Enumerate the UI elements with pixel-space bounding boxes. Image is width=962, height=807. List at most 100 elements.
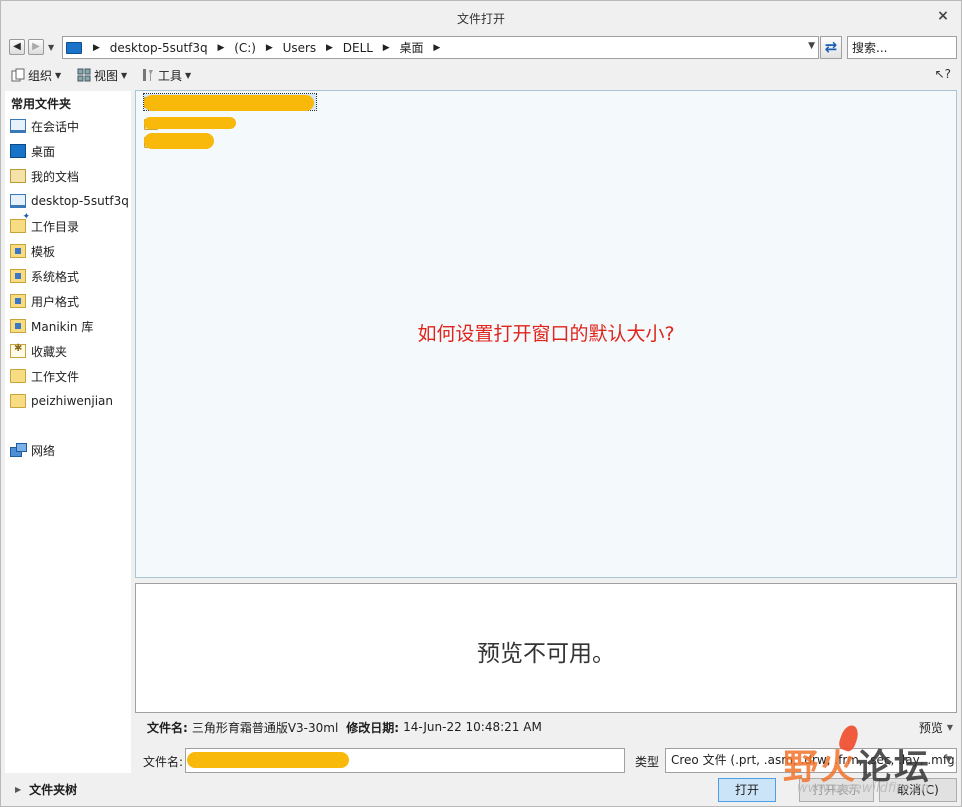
redaction-mark — [144, 133, 214, 149]
folder-icon — [10, 244, 26, 258]
navigation-bar: ◀ ▶ ▼ ▶ desktop-5sutf3q ▶ (C:) ▶ Users ▶… — [1, 33, 961, 61]
help-icon[interactable]: ↖? — [935, 67, 951, 81]
organize-menu[interactable]: 组织 ▼ — [11, 66, 61, 84]
preview-toggle-label: 预览 — [918, 721, 943, 735]
chevron-right-icon[interactable]: ▶ — [383, 40, 390, 56]
sidebar-item-manikin-library[interactable]: Manikin 库 — [10, 316, 93, 336]
expand-triangle-icon: ▶ — [15, 784, 22, 794]
preview-toggle[interactable]: 预览 ▼ — [919, 719, 953, 736]
info-filename-value: 三角形育霜普通版V3-30ml — [191, 720, 339, 735]
address-dropdown-icon[interactable]: ▼ — [808, 41, 815, 51]
sidebar-item-my-documents[interactable]: 我的文档 — [10, 166, 79, 186]
address-bar[interactable]: ▶ desktop-5sutf3q ▶ (C:) ▶ Users ▶ DELL … — [62, 36, 819, 59]
redaction-mark — [144, 95, 314, 111]
refresh-icon[interactable]: ⇄ — [820, 36, 842, 59]
folder-icon — [10, 319, 26, 333]
sidebar-item-computer[interactable]: desktop-5sutf3q — [10, 191, 129, 211]
info-modified-label: 修改日期: — [346, 720, 400, 735]
tools-label: 工具 — [158, 68, 183, 83]
sidebar-item-label: 用户格式 — [31, 294, 80, 309]
question-annotation: 如何设置打开窗口的默认大小? — [417, 323, 675, 345]
sidebar-item-peizhiwenjian[interactable]: peizhiwenjian — [10, 391, 113, 411]
sidebar-item-label: 网络 — [31, 443, 56, 458]
sidebar-item-in-session[interactable]: 在会话中 — [10, 116, 79, 136]
file-info-bar: 文件名: 三角形育霜普通版V3-30ml 修改日期: 14-Jun-22 10:… — [135, 717, 957, 737]
sidebar-item-label: 工作文件 — [31, 369, 80, 384]
sidebar-item-label: Manikin 库 — [31, 319, 94, 334]
sidebar-item-label: 收藏夹 — [31, 344, 68, 359]
type-label: 类型 — [635, 755, 660, 769]
chevron-right-icon[interactable]: ▶ — [217, 40, 224, 56]
forward-arrow-icon[interactable]: ▶ — [28, 39, 44, 55]
sidebar-item-working-directory[interactable]: 工作目录 — [10, 212, 80, 236]
breadcrumb-computer[interactable]: desktop-5sutf3q — [110, 40, 208, 56]
sidebar-item-favorites[interactable]: 收藏夹 — [10, 341, 67, 361]
tools-menu[interactable]: 工具 ▼ — [141, 66, 191, 84]
bottom-bar: 文件名: 类型 Creo 文件 (.prt, .asm, .drw, .frm,… — [135, 743, 957, 805]
history-dropdown-icon[interactable]: ▼ — [48, 43, 56, 52]
sidebar-item-label: 在会话中 — [31, 119, 80, 134]
sidebar-item-work-files[interactable]: 工作文件 — [10, 366, 79, 386]
folder-icon — [10, 394, 26, 408]
working-folder-icon — [10, 212, 30, 233]
filename-field[interactable] — [185, 748, 625, 773]
open-button[interactable]: 打开 — [718, 778, 776, 802]
close-icon[interactable]: × — [935, 8, 951, 24]
sidebar-item-label: 工作目录 — [31, 219, 80, 234]
tools-icon — [141, 68, 155, 82]
redaction-mark — [144, 117, 236, 129]
sidebar-item-system-formats[interactable]: 系统格式 — [10, 266, 79, 286]
window-title: 文件打开 — [456, 12, 505, 26]
view-menu[interactable]: 视图 ▼ — [77, 66, 127, 84]
chevron-down-icon: ▼ — [55, 70, 62, 80]
network-icon — [10, 443, 27, 457]
info-filename-label: 文件名: — [147, 720, 188, 735]
sidebar-item-network[interactable]: 网络 — [10, 440, 55, 460]
chevron-down-icon: ▼ — [946, 723, 953, 732]
chevron-down-icon: ▼ — [185, 70, 192, 80]
folder-icon — [10, 294, 26, 308]
search-input[interactable] — [848, 37, 956, 58]
common-folders-sidebar: 常用文件夹 在会话中 桌面 我的文档 desktop-5sutf3q 工作目录 … — [5, 91, 131, 773]
view-icon — [77, 68, 91, 82]
sidebar-item-label: desktop-5sutf3q — [31, 194, 129, 208]
sidebar-item-label: 系统格式 — [31, 269, 80, 284]
folder-tree-label: 文件夹树 — [29, 782, 78, 797]
sidebar-item-label: 模板 — [31, 244, 56, 259]
info-modified-value: 14-Jun-22 10:48:21 AM — [403, 720, 542, 734]
folder-tree-toggle[interactable]: ▶ 文件夹树 — [5, 777, 131, 801]
view-label: 视图 — [94, 68, 119, 83]
chevron-right-icon[interactable]: ▶ — [93, 40, 100, 56]
breadcrumb: ▶ desktop-5sutf3q ▶ (C:) ▶ Users ▶ DELL … — [87, 40, 446, 56]
documents-icon — [10, 169, 26, 183]
chevron-down-icon: ▼ — [945, 755, 952, 765]
sidebar-item-label: 桌面 — [31, 144, 56, 159]
computer-icon — [66, 42, 82, 54]
sidebar-heading: 常用文件夹 — [11, 97, 72, 111]
monitor-icon — [10, 119, 26, 133]
preview-pane: 预览不可用。 — [135, 583, 957, 713]
breadcrumb-desktop[interactable]: 桌面 — [400, 40, 424, 56]
open-representation-button[interactable]: 打开表示 — [799, 778, 874, 802]
back-arrow-icon[interactable]: ◀ — [9, 39, 25, 55]
file-list[interactable]: 如何设置打开窗口的默认大小? — [135, 90, 957, 578]
organize-icon — [11, 68, 25, 82]
breadcrumb-dell[interactable]: DELL — [343, 40, 373, 56]
file-type-select[interactable]: Creo 文件 (.prt, .asm, .drw, .frm, .sec, .… — [665, 748, 957, 773]
breadcrumb-users[interactable]: Users — [283, 40, 317, 56]
sidebar-item-desktop[interactable]: 桌面 — [10, 141, 55, 161]
sidebar-item-user-formats[interactable]: 用户格式 — [10, 291, 79, 311]
sidebar-item-label: peizhiwenjian — [31, 394, 114, 408]
chevron-right-icon[interactable]: ▶ — [326, 40, 333, 56]
sidebar-item-templates[interactable]: 模板 — [10, 241, 55, 261]
chevron-right-icon[interactable]: ▶ — [266, 40, 273, 56]
toolbar: 组织 ▼ 视图 ▼ 工具 ▼ — [1, 63, 961, 87]
chevron-down-icon: ▼ — [121, 70, 128, 80]
file-type-value: Creo 文件 (.prt, .asm, .drw, .frm, .sec, .… — [671, 753, 957, 767]
sidebar-item-label: 我的文档 — [31, 169, 80, 184]
breadcrumb-drive[interactable]: (C:) — [234, 40, 256, 56]
preview-unavailable-message: 预览不可用。 — [477, 641, 615, 667]
cancel-button[interactable]: 取消(C) — [879, 778, 957, 802]
chevron-right-icon[interactable]: ▶ — [433, 40, 440, 56]
search-box[interactable] — [847, 36, 957, 59]
